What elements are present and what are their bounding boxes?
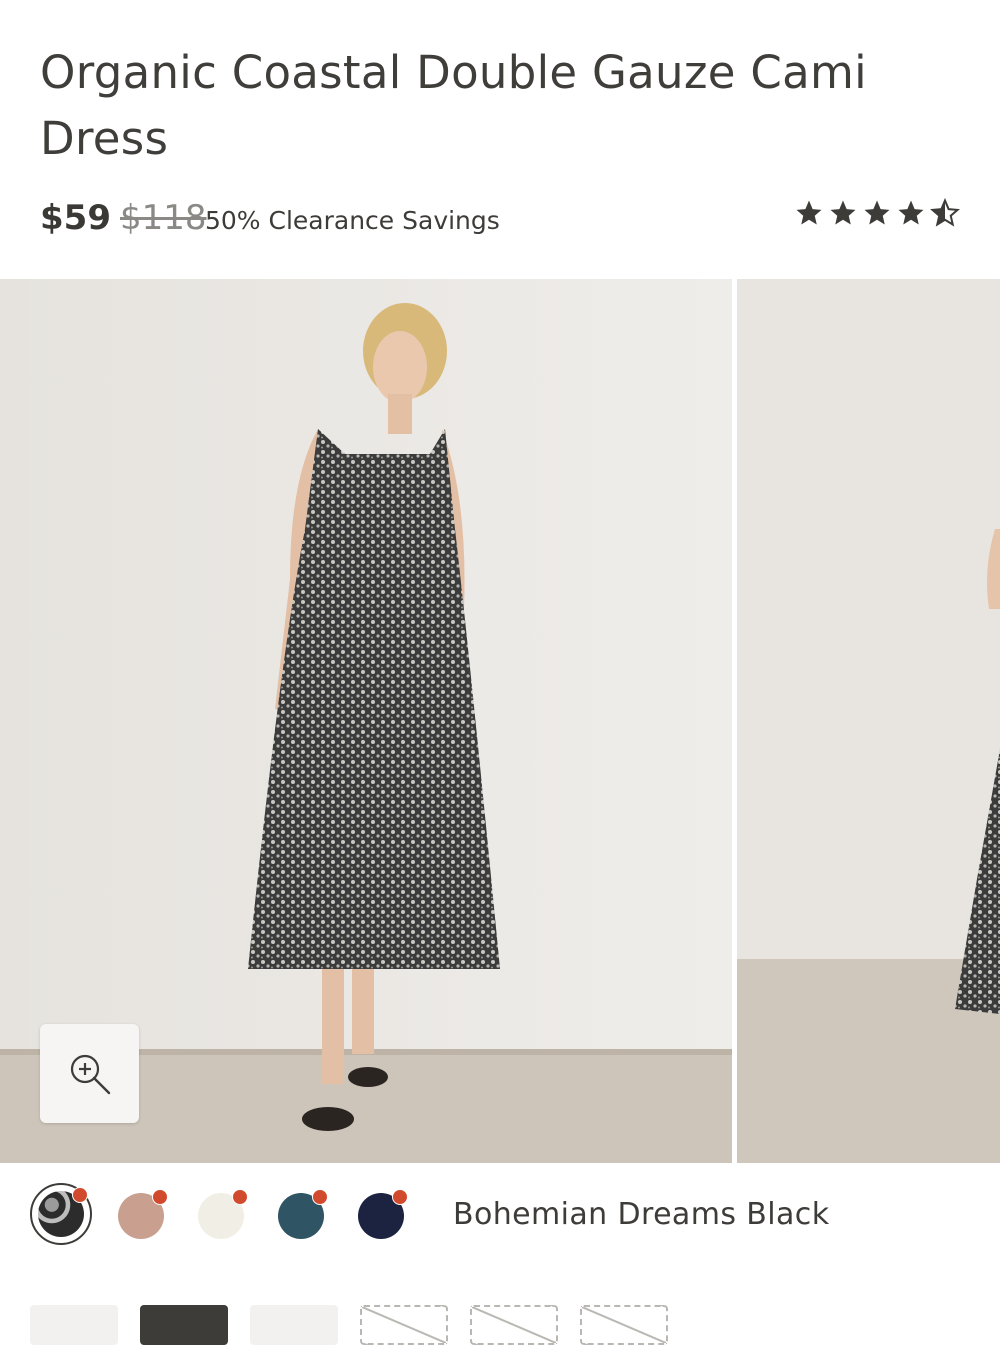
model-photo-partial [737, 279, 1000, 1163]
size-option[interactable] [30, 1305, 118, 1345]
sale-dot [72, 1187, 88, 1203]
sale-dot [392, 1189, 408, 1205]
sale-dot [312, 1189, 328, 1205]
size-options [30, 1305, 1000, 1345]
savings-label: 50% Clearance Savings [205, 206, 500, 235]
size-option-unavailable[interactable] [580, 1305, 668, 1345]
product-title: Organic Coastal Double Gauze Cami Dress [40, 46, 867, 165]
sale-dot [232, 1189, 248, 1205]
size-option-unavailable[interactable] [360, 1305, 448, 1345]
star-icon [796, 200, 822, 225]
product-photo-main[interactable] [0, 279, 732, 1163]
zoom-in-icon [70, 1054, 110, 1094]
size-option-unavailable[interactable] [470, 1305, 558, 1345]
size-option-selected[interactable] [140, 1305, 228, 1345]
star-icon [830, 200, 856, 225]
star-icon [864, 200, 890, 225]
swatch-bohemian-dreams-black[interactable] [38, 1187, 88, 1237]
sale-price: $59 [40, 198, 111, 238]
half-star-icon [930, 198, 960, 227]
rating-stars[interactable] [794, 198, 960, 228]
original-price: $118 [120, 198, 207, 238]
product-gallery[interactable] [0, 279, 1000, 1163]
product-photo-next[interactable] [737, 279, 1000, 1163]
color-swatches: Bohemian Dreams Black [30, 1183, 970, 1247]
swatch-teal[interactable] [278, 1189, 328, 1239]
size-option[interactable] [250, 1305, 338, 1345]
star-icon [898, 200, 924, 225]
zoom-button[interactable] [40, 1024, 139, 1123]
swatch-navy[interactable] [358, 1189, 408, 1239]
swatch-floral-blush[interactable] [118, 1189, 168, 1239]
swatch-ivory[interactable] [198, 1189, 248, 1239]
price-row: $59 $118 50% Clearance Savings [40, 196, 960, 244]
sale-dot [152, 1189, 168, 1205]
selected-color-name: Bohemian Dreams Black [453, 1197, 830, 1232]
